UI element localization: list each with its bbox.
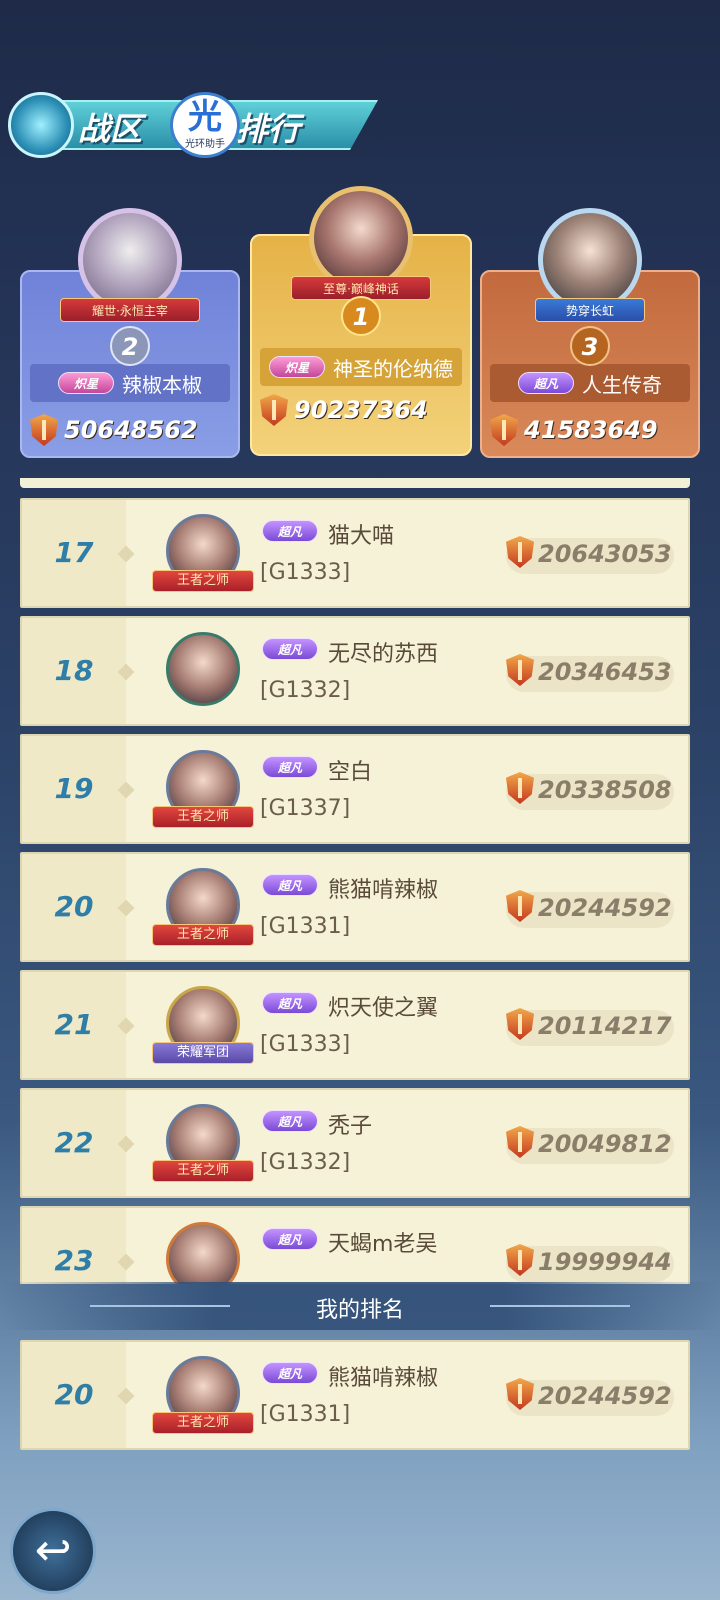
table-row[interactable]: 21 荣耀军团 超凡 炽天使之翼 [G1333] 20114217 [20, 970, 690, 1080]
tier-badge: 超凡 [262, 638, 318, 660]
tier-badge: 超凡 [262, 520, 318, 542]
my-rank-header: 我的排名 [0, 1282, 720, 1330]
rank-number: 20 [54, 890, 94, 923]
avatar[interactable] [166, 1222, 240, 1284]
title-plate: 势穿长虹 [535, 298, 645, 322]
name-row: 超凡 人生传奇 [490, 364, 690, 402]
player-name: 熊猫啃辣椒 [328, 878, 439, 903]
server-tag: [G1333] [260, 1032, 351, 1057]
tier-badge: 炽星 [58, 372, 114, 394]
watermark-glyph: 光 [188, 97, 222, 137]
rank-medal: 2 [110, 326, 150, 366]
player-name: 炽天使之翼 [328, 996, 439, 1021]
score: 50648562 [64, 416, 198, 444]
podium-second[interactable]: 耀世·永恒主宰 2 炽星 辣椒本椒 50648562 [20, 208, 240, 458]
shield-icon [490, 414, 518, 446]
avatar-plate: 王者之师 [152, 570, 254, 592]
score: 20114217 [538, 1012, 672, 1040]
rank-number: 23 [54, 1244, 94, 1277]
banner-title-left: 战区 [78, 110, 143, 148]
list-top-edge [20, 478, 690, 488]
player-name: 天蝎m老吴 [328, 1232, 438, 1257]
score: 20338508 [538, 776, 672, 804]
score: 41583649 [524, 416, 658, 444]
rank-number: 22 [54, 1126, 94, 1159]
table-row[interactable]: 23 超凡 天蝎m老吴 19999944 [20, 1206, 690, 1284]
server-tag: [G1332] [260, 678, 351, 703]
my-rank-label: 我的排名 [315, 1298, 404, 1323]
avatar [538, 208, 642, 312]
score-row: 50648562 [30, 410, 230, 450]
table-row[interactable]: 18 超凡 无尽的苏西 [G1332] 20346453 [20, 616, 690, 726]
tier-badge: 超凡 [262, 756, 318, 778]
rank-number: 19 [54, 772, 94, 805]
avatar [78, 208, 182, 312]
banner-title-right: 排行 [236, 110, 301, 148]
score-row: 41583649 [490, 410, 690, 450]
avatar-plate: 王者之师 [152, 924, 254, 946]
leaderboard-banner: 战区 排行 光 光环助手 [8, 92, 380, 158]
table-row[interactable]: 20 王者之师 超凡 熊猫啃辣椒 [G1331] 20244592 [20, 852, 690, 962]
rank-medal: 1 [341, 296, 381, 336]
score: 20346453 [538, 658, 672, 686]
table-row[interactable]: 22 王者之师 超凡 秃子 [G1332] 20049812 [20, 1088, 690, 1198]
rank-number: 17 [54, 536, 94, 569]
player-name: 猫大喵 [328, 524, 395, 549]
crest-icon [8, 92, 74, 158]
table-row[interactable]: 20 王者之师 超凡 熊猫啃辣椒 [G1331] 20244592 [20, 1340, 690, 1450]
shield-icon [260, 394, 288, 426]
name-row: 炽星 神圣的伦纳德 [260, 348, 462, 386]
player-name: 熊猫啃辣椒 [328, 1366, 439, 1391]
tier-badge: 炽星 [269, 356, 325, 378]
tier-badge: 超凡 [262, 1110, 318, 1132]
my-rank-row[interactable]: 20 王者之师 超凡 熊猫啃辣椒 [G1331] 20244592 [20, 1340, 690, 1450]
shield-icon [30, 414, 58, 446]
avatar[interactable] [166, 632, 240, 706]
score: 19999944 [538, 1248, 672, 1276]
rank-number: 20 [54, 1378, 94, 1411]
table-row[interactable]: 17 王者之师 超凡 猫大喵 [G1333] 20643053 [20, 498, 690, 608]
avatar-plate: 王者之师 [152, 806, 254, 828]
back-arrow-icon: ↩ [34, 1525, 72, 1576]
player-name: 无尽的苏西 [328, 642, 439, 667]
server-tag: [G1331] [260, 914, 351, 939]
avatar [309, 186, 413, 290]
name-row: 炽星 辣椒本椒 [30, 364, 230, 402]
rank-medal: 3 [570, 326, 610, 366]
tier-badge: 超凡 [262, 1228, 318, 1250]
tier-badge: 超凡 [262, 992, 318, 1014]
server-tag: [G1332] [260, 1150, 351, 1175]
avatar-plate: 王者之师 [152, 1160, 254, 1182]
podium-first[interactable]: 至尊·巅峰神话 1 炽星 神圣的伦纳德 90237364 [250, 186, 472, 456]
score-row: 90237364 [260, 390, 462, 430]
avatar-plate: 荣耀军团 [152, 1042, 254, 1064]
title-plate: 耀世·永恒主宰 [60, 298, 200, 322]
tier-badge: 超凡 [262, 1362, 318, 1384]
player-name: 空白 [328, 760, 373, 785]
rank-number: 18 [54, 654, 94, 687]
player-name: 秃子 [328, 1114, 373, 1139]
server-tag: [G1331] [260, 1402, 351, 1427]
tier-badge: 超凡 [262, 874, 318, 896]
server-tag: [G1337] [260, 796, 351, 821]
ranking-list[interactable]: 17 王者之师 超凡 猫大喵 [G1333] 20643053 18 超凡 无尽… [20, 498, 690, 1284]
score: 90237364 [294, 396, 428, 424]
score: 20049812 [538, 1130, 672, 1158]
tier-badge: 超凡 [518, 372, 574, 394]
player-name: 人生传奇 [582, 372, 662, 397]
score: 20643053 [538, 540, 672, 568]
watermark-text: 光环助手 [185, 139, 225, 150]
podium-third[interactable]: 势穿长虹 3 超凡 人生传奇 41583649 [480, 208, 700, 458]
watermark-badge: 光 光环助手 [170, 92, 240, 158]
player-name: 神圣的伦纳德 [333, 356, 453, 381]
back-button[interactable]: ↩ [10, 1508, 96, 1594]
avatar-plate: 王者之师 [152, 1412, 254, 1434]
server-tag: [G1333] [260, 560, 351, 585]
score: 20244592 [538, 1382, 672, 1410]
table-row[interactable]: 19 王者之师 超凡 空白 [G1337] 20338508 [20, 734, 690, 844]
rank-number: 21 [54, 1008, 94, 1041]
player-name: 辣椒本椒 [122, 372, 202, 397]
score: 20244592 [538, 894, 672, 922]
